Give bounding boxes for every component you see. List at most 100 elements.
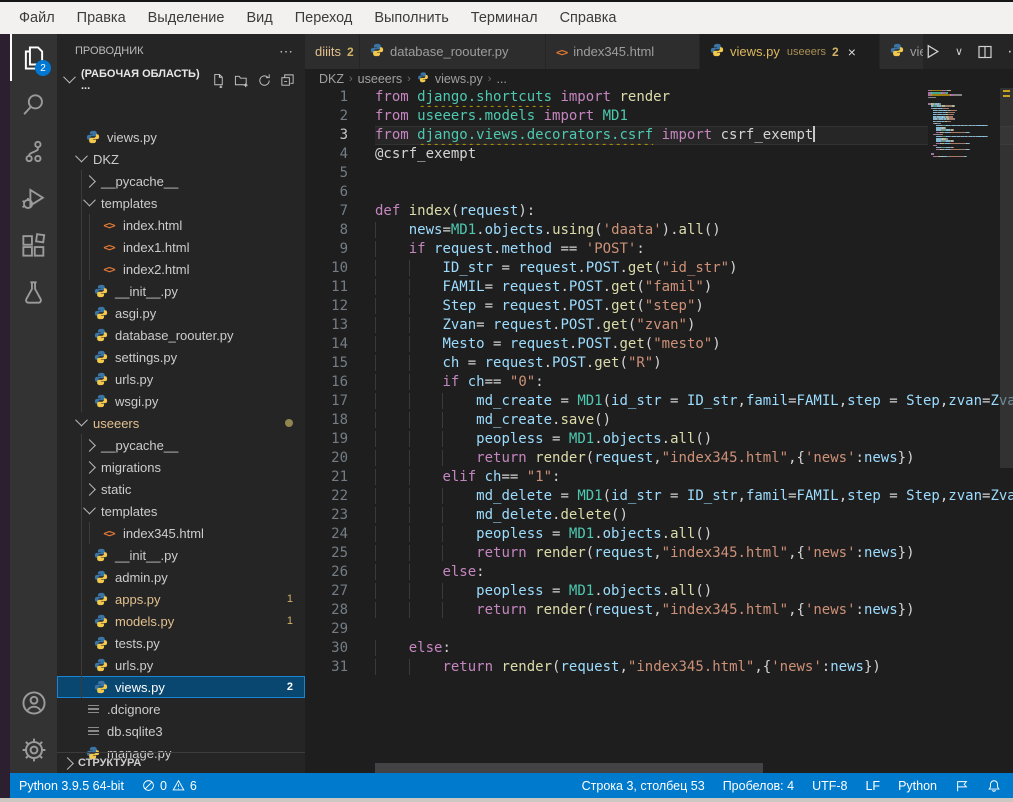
tree-item-__init__.py[interactable]: __init__.py [57,544,305,566]
code-text: md_create.save() [375,411,1013,430]
eol-status[interactable]: LF [856,779,889,793]
breadcrumb-item-useeers[interactable]: useeers [358,72,402,86]
code-line-23: 23 md_delete.delete() [305,506,1013,525]
indentation-status[interactable]: Пробелов: 4 [714,779,803,793]
tree-item-label: index1.html [123,240,189,255]
close-icon[interactable]: × [848,44,856,60]
tree-item-useeers[interactable]: useeers [57,412,305,434]
vertical-scrollbar[interactable] [1000,88,1013,468]
indent-guide [81,566,82,588]
more-actions-icon[interactable]: ··· [1007,43,1013,61]
menu-item-Справка[interactable]: Справка [549,10,628,26]
split-editor-icon[interactable] [977,44,993,60]
tree-item-database_roouter.py[interactable]: database_roouter.py [57,324,305,346]
tab-views.py[interactable]: views.pyuseeers2× [700,34,880,69]
indent-guide [81,544,82,566]
activitybar-settings-icon[interactable] [10,726,57,773]
activitybar-testing-icon[interactable] [10,269,57,316]
tree-item-index345.html[interactable]: <>index345.html [57,522,305,544]
tree-item-templates[interactable]: templates [57,192,305,214]
menu-item-Файл[interactable]: Файл [8,10,66,26]
tree-item-__init__.py[interactable]: __init__.py [57,280,305,302]
new-folder-icon[interactable] [234,73,249,88]
tree-item-urls.py[interactable]: urls.py [57,654,305,676]
refresh-icon[interactable] [257,73,272,88]
tab-index345.html[interactable]: <>index345.html [546,34,700,69]
collapse-folders-icon[interactable] [280,73,295,88]
new-file-icon[interactable] [211,73,226,88]
tree-item-__pycache__[interactable]: __pycache__ [57,170,305,192]
notifications-bell-icon[interactable] [978,779,1013,793]
tree-item-settings.py[interactable]: settings.py [57,346,305,368]
minimap[interactable] [928,90,1000,158]
code-editor[interactable]: 1from django.shortcuts import render2fro… [305,88,1013,677]
file-icon [85,129,101,145]
tree-item-label: views.py [115,680,165,695]
tree-item-urls.py[interactable]: urls.py [57,368,305,390]
explorer-sidebar: ПРОВОДНИК ⋯ (РАБОЧАЯ ОБЛАСТЬ) ... views.… [57,34,305,773]
activitybar-account-icon[interactable] [10,679,57,726]
menu-item-Переход[interactable]: Переход [284,10,364,26]
indent-guide [89,258,90,280]
language-mode-status[interactable]: Python [889,779,946,793]
breadcrumb-item-DKZ[interactable]: DKZ [319,72,344,86]
tree-item-.dcignore[interactable]: .dcignore [57,698,305,720]
line-number: 3 [305,126,348,145]
tree-item-apps.py[interactable]: apps.py1 [57,588,305,610]
tree-item-index1.html[interactable]: <>index1.html [57,236,305,258]
breadcrumb[interactable]: DKZ›useeers›views.py›... [305,69,1013,88]
menu-item-Вид[interactable]: Вид [235,10,283,26]
encoding-status[interactable]: UTF-8 [803,779,856,793]
workspace-section-header[interactable]: (РАБОЧАЯ ОБЛАСТЬ) ... [57,68,305,92]
tab-label: vie [910,44,924,59]
tree-item-models.py[interactable]: models.py1 [57,610,305,632]
activitybar-search-icon[interactable] [10,81,57,128]
activitybar-explorer-icon[interactable]: 2 [10,34,57,81]
menu-item-Терминал[interactable]: Терминал [460,10,549,26]
feedback-icon[interactable] [946,779,978,793]
python-interpreter-status[interactable]: Python 3.9.5 64-bit [10,779,133,793]
activitybar-source-control-icon[interactable] [10,128,57,175]
tree-item-__pycache__[interactable]: __pycache__ [57,434,305,456]
tree-item-index.html[interactable]: <>index.html [57,214,305,236]
tree-item-templates[interactable]: templates [57,500,305,522]
chevron-right-icon [83,483,96,496]
line-number: 7 [305,202,348,221]
tree-item-views.py[interactable]: views.py [57,126,305,148]
tree-item-db.sqlite3[interactable]: db.sqlite3 [57,720,305,742]
tab-vie[interactable]: vie [880,34,924,69]
menu-item-Правка[interactable]: Правка [66,10,137,26]
code-text: md_create = MD1(id_str = ID_str,famil=FA… [375,392,1013,411]
python-icon [94,284,108,298]
menu-item-Выделение[interactable]: Выделение [137,10,236,26]
code-text: from django.shortcuts import render [375,88,1013,107]
explorer-more-actions-icon[interactable]: ⋯ [279,43,293,60]
tree-item-tests.py[interactable]: tests.py [57,632,305,654]
outline-section-header[interactable]: СТРУКТУРА [57,752,305,773]
run-dropdown-chevron-icon[interactable]: ∨ [955,45,963,58]
tree-item-DKZ[interactable]: DKZ [57,148,305,170]
tree-item-migrations[interactable]: migrations [57,456,305,478]
menu-item-Выполнить[interactable]: Выполнить [363,10,459,26]
minimap-line [928,156,1000,157]
breadcrumb-item-views.py[interactable]: views.py [435,72,483,86]
minimap-line [928,101,1000,102]
tree-item-wsgi.py[interactable]: wsgi.py [57,390,305,412]
tree-item-admin.py[interactable]: admin.py [57,566,305,588]
run-python-file-icon[interactable] [924,43,941,60]
tree-item-views.py[interactable]: views.py2 [57,676,305,698]
html-icon: <> [103,263,114,276]
tab-database_roouter.py[interactable]: database_roouter.py [360,34,546,69]
problems-status[interactable]: 0 6 [133,779,206,793]
tree-item-index2.html[interactable]: <>index2.html [57,258,305,280]
tree-item-asgi.py[interactable]: asgi.py [57,302,305,324]
breadcrumb-item-...[interactable]: ... [496,72,506,86]
tree-item-label: asgi.py [115,306,156,321]
tab-diiits[interactable]: diiits2 [305,34,360,69]
code-line-4: 4@csrf_exempt [305,145,1013,164]
horizontal-scrollbar[interactable] [375,763,763,773]
tree-item-static[interactable]: static [57,478,305,500]
activitybar-run-debug-icon[interactable] [10,175,57,222]
cursor-position-status[interactable]: Строка 3, столбец 53 [573,779,714,793]
activitybar-extensions-icon[interactable] [10,222,57,269]
